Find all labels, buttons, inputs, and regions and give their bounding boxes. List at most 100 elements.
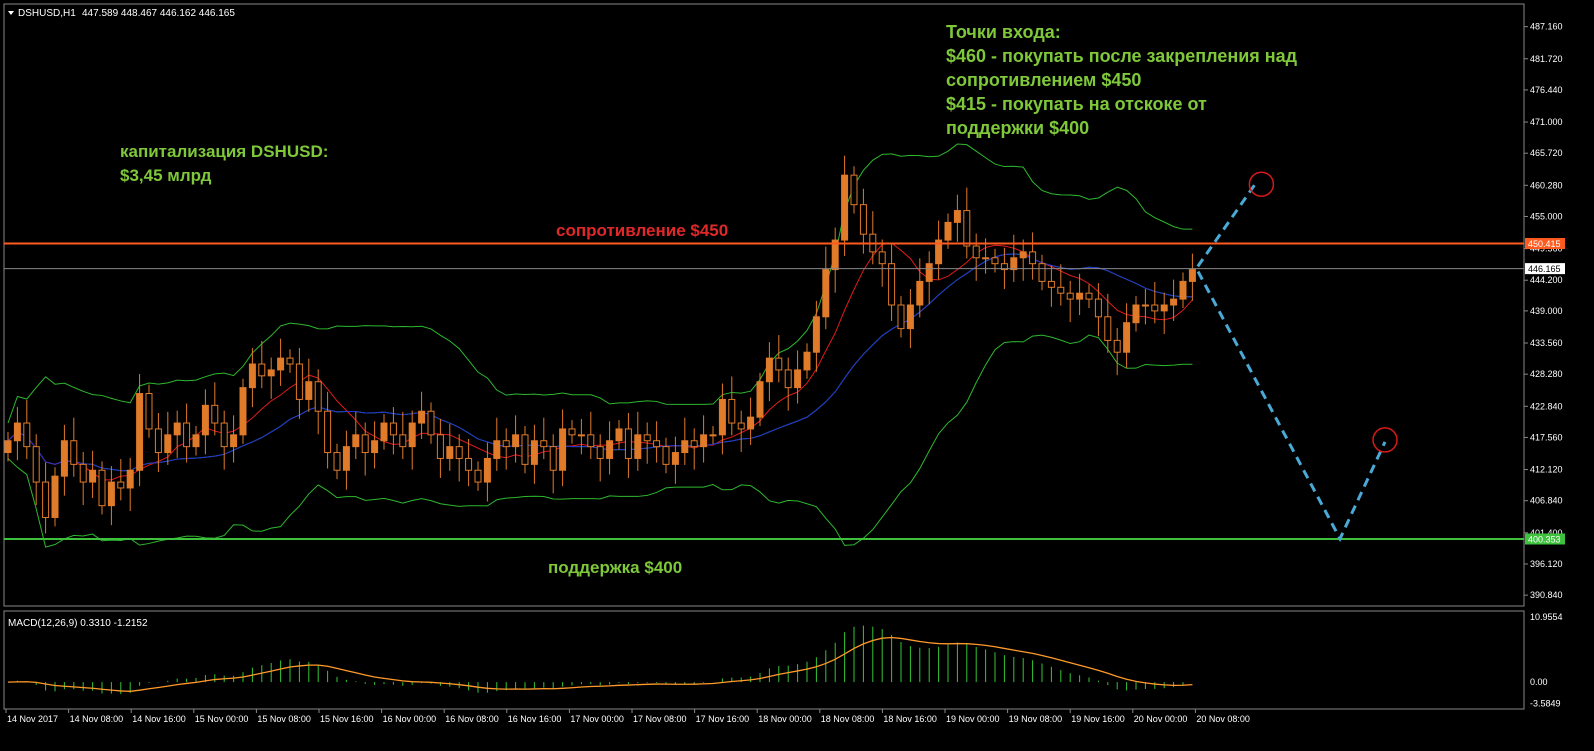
candle-body: [154, 428, 162, 454]
candle-body: [493, 440, 501, 459]
price-tick-label: 455.000: [1530, 211, 1563, 221]
candle-body: [408, 422, 416, 448]
candle-body: [765, 357, 773, 383]
candle-body: [1104, 316, 1112, 341]
candle-body: [1047, 280, 1055, 288]
candle-body: [239, 387, 247, 436]
candle-body: [841, 174, 849, 241]
time-tick-label: 18 Nov 16:00: [883, 714, 937, 724]
candle-body: [784, 369, 792, 389]
candle-body: [577, 434, 585, 437]
candle-body: [859, 204, 867, 235]
candle-body: [634, 434, 642, 459]
candle-body: [502, 440, 510, 448]
price-tick-label: 487.160: [1530, 22, 1563, 32]
candle-body: [756, 381, 764, 418]
macd-axis: 10.9554 0.00 -3.5849: [1530, 612, 1563, 708]
macd-panel: [3, 610, 1525, 710]
candle-body: [371, 440, 379, 454]
candle-body: [455, 446, 463, 459]
candle-body: [352, 434, 360, 448]
macd-label: MACD(12,26,9) 0.3310 -1.2152: [8, 618, 148, 629]
time-tick-label: 19 Nov 16:00: [1071, 714, 1125, 724]
candle-body: [521, 434, 529, 465]
candle-body: [1170, 298, 1178, 306]
candle-body: [643, 434, 651, 442]
candle-body: [1094, 298, 1102, 318]
price-tick-label: 422.840: [1530, 401, 1563, 411]
candle-body: [173, 422, 181, 436]
candle-body: [1029, 251, 1037, 265]
candle-body: [418, 410, 426, 424]
candle-body: [1066, 292, 1074, 300]
candle-body: [258, 363, 266, 377]
candle-body: [1085, 292, 1093, 300]
price-chart[interactable]: DSHUSD,H1 447.589 448.467 446.162 446.16…: [0, 0, 1594, 746]
time-tick-label: 18 Nov 00:00: [758, 714, 812, 724]
candle-body: [60, 440, 68, 477]
candle-body: [324, 410, 332, 454]
candle-body: [803, 351, 811, 371]
candle-body: [389, 422, 397, 436]
candle-body: [916, 280, 924, 306]
candle-body: [32, 446, 40, 483]
candle-body: [662, 446, 670, 465]
price-tick-label: 412.120: [1530, 465, 1563, 475]
candle-body: [850, 174, 858, 206]
candle-body: [201, 404, 209, 436]
time-tick-label: 17 Nov 16:00: [696, 714, 750, 724]
candle-body: [1151, 304, 1159, 312]
candle-body: [333, 452, 341, 471]
candle-body: [305, 381, 313, 400]
candle-body: [1010, 257, 1018, 271]
price-tick-label: 396.120: [1530, 559, 1563, 569]
candle-body: [568, 428, 576, 436]
candle-body: [1179, 280, 1187, 300]
candle-body: [953, 210, 961, 223]
symbol-header: DSHUSD,H1: [18, 8, 76, 19]
candle-body: [587, 434, 595, 448]
candle-body: [1038, 263, 1046, 282]
candle-body: [145, 393, 153, 430]
candle-body: [436, 434, 444, 459]
candle-body: [897, 304, 905, 330]
candle-body: [972, 245, 980, 259]
candle-body: [878, 251, 886, 265]
candle-body: [775, 357, 783, 371]
price-tick-label: 460.280: [1530, 180, 1563, 190]
candle-body: [51, 475, 59, 518]
price-tick-label: 476.440: [1530, 85, 1563, 95]
candle-body: [1188, 269, 1196, 282]
time-tick-label: 20 Nov 00:00: [1134, 714, 1188, 724]
time-tick-label: 15 Nov 16:00: [320, 714, 374, 724]
candle-body: [925, 263, 933, 282]
price-axis: 487.160 481.720 476.440 471.000 465.720 460.2…: [1524, 22, 1563, 600]
candle-body: [277, 357, 285, 371]
time-tick-label: 14 Nov 16:00: [132, 714, 186, 724]
candle-body: [991, 257, 999, 265]
candle-body: [812, 316, 820, 353]
candle-body: [13, 422, 21, 442]
candle-body: [23, 422, 31, 448]
candle-body: [1057, 286, 1065, 294]
candle-body: [1076, 292, 1084, 300]
candle-body: [747, 416, 755, 430]
candle-body: [136, 393, 144, 471]
candle-body: [474, 469, 482, 483]
candle-body: [737, 422, 745, 430]
candle-body: [653, 440, 661, 448]
candle-body: [89, 469, 97, 483]
candle-body: [728, 398, 736, 424]
candle-body: [342, 446, 350, 471]
candle-body: [1132, 304, 1140, 324]
candle-body: [718, 398, 726, 436]
candle-body: [117, 481, 125, 489]
candle-body: [70, 440, 78, 465]
price-tick-label: 428.280: [1530, 369, 1563, 379]
svg-text:400.353: 400.353: [1528, 534, 1561, 544]
entry-line-3: $415 - покупать на отскоке от: [946, 94, 1207, 114]
cap-line-2: $3,45 млрд: [120, 166, 212, 185]
time-tick-label: 19 Nov 08:00: [1009, 714, 1063, 724]
candle-body: [794, 369, 802, 389]
macd-tick-label: -3.5849: [1530, 698, 1561, 708]
